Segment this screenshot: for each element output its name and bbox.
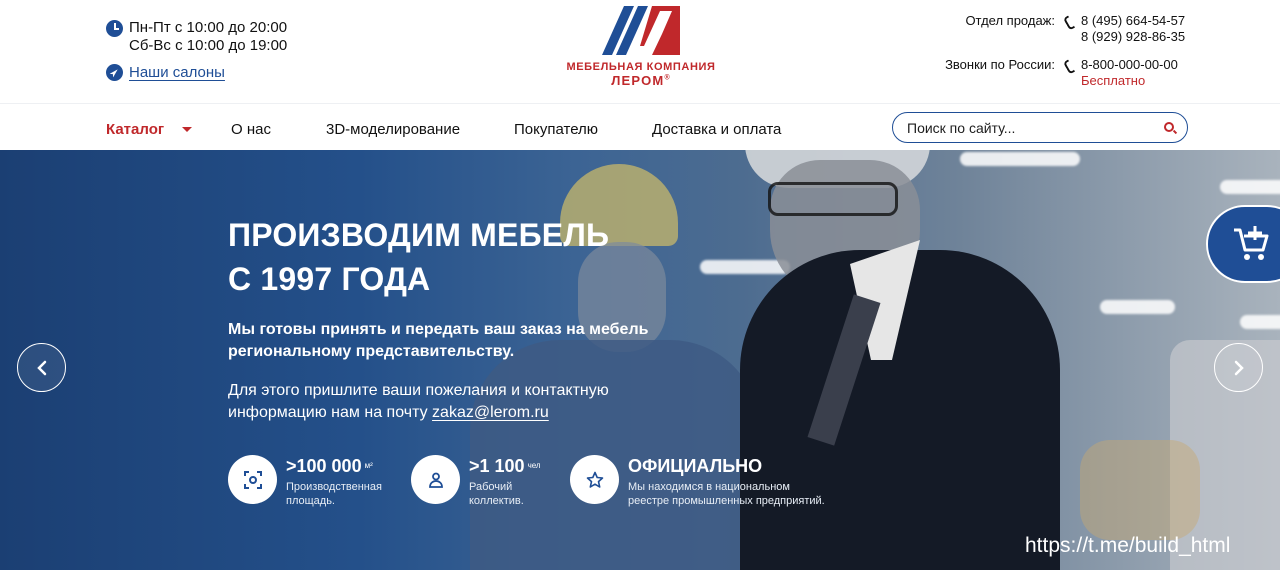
cart-add-icon — [1234, 226, 1269, 260]
hero-title-line1: ПРОИЗВОДИМ МЕБЕЛЬ — [228, 217, 610, 253]
nav-about[interactable]: О нас — [231, 121, 271, 138]
slider-prev-button[interactable] — [17, 343, 66, 392]
chevron-left-icon — [36, 360, 46, 375]
registered-mark: ® — [664, 74, 671, 82]
star-icon — [570, 455, 619, 504]
hero-lead: Мы готовы принять и передать ваш заказ н… — [228, 321, 649, 360]
company-logo[interactable]: МЕБЕЛЬНАЯ КОМПАНИЯ ЛЕРОМ® — [556, 6, 726, 92]
nav-customers[interactable]: Покупателю — [514, 121, 598, 138]
nav-catalog[interactable]: Каталог — [106, 121, 164, 138]
russia-free-note: Бесплатно — [1081, 73, 1146, 88]
watermark: https://t.me/build_html — [1025, 534, 1231, 557]
chevron-down-icon[interactable] — [182, 127, 192, 132]
phone-icon — [1065, 60, 1075, 70]
stat-official: ОФИЦИАЛЬНО Мы находимся в национальном р… — [570, 455, 825, 508]
salons-link[interactable]: Наши салоны — [129, 64, 225, 81]
cart-button[interactable] — [1206, 205, 1280, 283]
stat-official-value: ОФИЦИАЛЬНО — [628, 456, 763, 476]
hero-subtext: Для этого пришлите ваши пожелания и конт… — [228, 382, 609, 421]
search-icon[interactable] — [1164, 122, 1174, 132]
sales-phone-2[interactable]: 8 (929) 928-86-35 — [1081, 29, 1188, 45]
main-nav: Каталог О нас 3D-моделирование Покупател… — [0, 103, 1280, 150]
stat-area-unit: м² — [364, 461, 373, 470]
stat-area: >100 000 м² Производственная площадь. — [228, 455, 382, 508]
person-icon — [411, 455, 460, 504]
site-header: Пн-Пт с 10:00 до 20:00 Сб-Вс с 10:00 до … — [0, 0, 1280, 103]
contacts: Отдел продаж: 8 (495) 664-54-57 8 (929) … — [938, 13, 1188, 89]
logo-mark-icon — [602, 6, 680, 55]
stat-area-desc-2: площадь. — [286, 495, 335, 507]
area-icon — [228, 455, 277, 504]
hero-title-line2: С 1997 ГОДА — [228, 261, 431, 297]
working-hours: Пн-Пт с 10:00 до 20:00 Сб-Вс с 10:00 до … — [106, 19, 287, 81]
hero-title: ПРОИЗВОДИМ МЕБЕЛЬ С 1997 ГОДА — [228, 213, 609, 301]
logo-line1: МЕБЕЛЬНАЯ КОМПАНИЯ — [566, 61, 716, 73]
stat-area-value: >100 000 — [286, 456, 362, 476]
stat-official-desc-2: реестре промышленных предприятий. — [628, 495, 825, 507]
clock-icon — [106, 20, 123, 37]
hero-slider: ПРОИЗВОДИМ МЕБЕЛЬ С 1997 ГОДА Мы готовы … — [0, 150, 1280, 570]
stat-area-desc-1: Производственная — [286, 481, 382, 493]
stat-staff-value: >1 100 — [469, 456, 525, 476]
stat-staff-desc-1: Рабочий — [469, 481, 513, 493]
stat-official-desc-1: Мы находимся в национальном — [628, 481, 790, 493]
logo-line2: ЛЕРОМ® — [611, 73, 671, 88]
russia-label: Звонки по России: — [945, 57, 1055, 72]
slider-next-button[interactable] — [1214, 343, 1263, 392]
phone-icon — [1065, 16, 1075, 26]
nav-3d-modeling[interactable]: 3D-моделирование — [326, 121, 460, 138]
stat-staff: >1 100 чел Рабочий коллектив. — [411, 455, 541, 508]
sales-label: Отдел продаж: — [965, 13, 1055, 28]
email-link[interactable]: zakaz@lerom.ru — [432, 404, 549, 421]
search-input[interactable] — [893, 119, 1143, 136]
sales-phone-1[interactable]: 8 (495) 664-54-57 — [1081, 13, 1188, 29]
stat-staff-unit: чел — [527, 461, 541, 470]
russia-phone[interactable]: 8-800-000-00-00 — [1081, 57, 1188, 73]
chevron-right-icon — [1234, 360, 1244, 375]
nav-delivery[interactable]: Доставка и оплата — [652, 121, 781, 138]
hours-weekend: Сб-Вс с 10:00 до 19:00 — [129, 37, 288, 54]
compass-icon — [106, 64, 123, 81]
search-box — [892, 112, 1188, 143]
hours-weekdays: Пн-Пт с 10:00 до 20:00 — [129, 19, 288, 36]
stat-staff-desc-2: коллектив. — [469, 495, 524, 507]
